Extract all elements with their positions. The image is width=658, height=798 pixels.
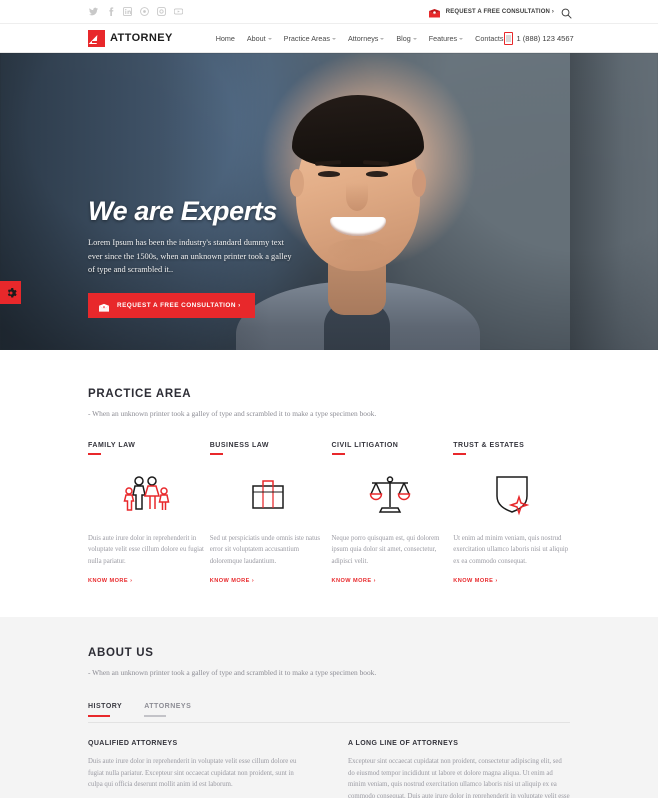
facebook-icon[interactable] xyxy=(105,7,115,17)
nav-item-blog[interactable]: Blog xyxy=(396,33,417,43)
about-tabs: HISTORY ATTORNEYS xyxy=(88,703,570,722)
nav-label: Blog xyxy=(396,33,411,43)
practice-card-text: Duis aute irure dolor in reprehenderit i… xyxy=(88,534,204,565)
about-column-title: A LONG LINE OF ATTORNEYS xyxy=(348,740,459,747)
know-more-link[interactable]: KNOW MORE › xyxy=(332,578,449,584)
google-plus-icon[interactable] xyxy=(139,7,149,17)
know-more-link[interactable]: KNOW MORE › xyxy=(88,578,205,584)
family-icon xyxy=(88,467,205,521)
practice-area-title: PRACTICE AREA xyxy=(88,388,192,400)
nav-item-contacts[interactable]: Contacts xyxy=(475,34,503,43)
practice-card-text: Neque porro quisquam est, qui dolorem ip… xyxy=(331,534,440,565)
hero-pillar xyxy=(570,53,658,350)
shield-icon xyxy=(453,467,570,521)
hero-cta-button[interactable]: REQUEST A FREE CONSULTATION › xyxy=(88,292,255,318)
nav-label: Attorneys xyxy=(348,33,379,43)
youtube-icon[interactable] xyxy=(173,7,183,17)
about-column-paragraph: Duis aute irure dolor in reprehenderit i… xyxy=(88,758,297,789)
about-us-title: ABOUT US xyxy=(88,647,154,659)
top-bar-right: REQUEST A FREE CONSULTATION › xyxy=(428,6,572,19)
scales-of-justice-icon xyxy=(332,467,449,521)
about-column-long-line-of-attorneys: A LONG LINE OF ATTORNEYS Excepteur sint … xyxy=(348,740,570,798)
title-underline xyxy=(453,453,467,455)
chevron-down-icon xyxy=(332,37,337,40)
about-column-title: QUALIFIED ATTORNEYS xyxy=(88,740,178,747)
about-columns: QUALIFIED ATTORNEYS Duis aute irure dolo… xyxy=(88,723,570,798)
letter-a-logo-icon xyxy=(88,29,105,47)
envelope-icon xyxy=(428,6,441,18)
title-underline xyxy=(331,453,345,455)
nav-label: Contacts xyxy=(475,33,504,43)
nav-label: Features xyxy=(428,33,458,43)
hero-slider: We are Experts Lorem Ipsum has been the … xyxy=(0,53,658,350)
nav-item-features[interactable]: Features xyxy=(428,33,464,43)
top-consultation-link[interactable]: REQUEST A FREE CONSULTATION › xyxy=(428,6,554,18)
chevron-down-icon xyxy=(412,37,417,40)
practice-card-family-law: FAMILY LAW Duis aute irure dolor in repr… xyxy=(88,442,205,584)
practice-card-civil-litigation: CIVIL LITIGATION Neque porro quisquam es… xyxy=(331,442,449,584)
gear-icon xyxy=(7,287,17,297)
tab-active-indicator xyxy=(88,715,110,717)
practice-card-title: TRUST & ESTATES xyxy=(453,442,525,449)
hero-content: We are Experts Lorem Ipsum has been the … xyxy=(88,198,388,318)
nav-label: Practice Areas xyxy=(283,33,331,43)
practice-area-columns: FAMILY LAW Duis aute irure dolor in repr… xyxy=(88,442,570,584)
tab-indicator xyxy=(144,715,167,717)
brand-name: ATTORNEY xyxy=(110,32,173,44)
practice-card-business-law: BUSINESS LAW Sed ut perspiciatis unde om… xyxy=(209,442,327,584)
nav-item-home[interactable]: Home xyxy=(216,34,235,43)
nav-label: About xyxy=(246,33,266,43)
tab-attorneys[interactable]: ATTORNEYS xyxy=(144,703,191,722)
hero-cta-label: REQUEST A FREE CONSULTATION › xyxy=(117,301,241,309)
chevron-down-icon xyxy=(380,37,385,40)
twitter-icon[interactable] xyxy=(88,7,98,17)
search-icon[interactable] xyxy=(561,6,572,19)
about-column-paragraph: Excepteur sint occaecat cupidatat non pr… xyxy=(348,758,570,798)
nav-item-practice-areas[interactable]: Practice Areas xyxy=(283,33,337,43)
practice-area-subtitle: - When an unknown printer took a galley … xyxy=(88,409,377,418)
chevron-down-icon xyxy=(267,37,272,40)
title-underline xyxy=(209,453,223,455)
practice-card-text: Ut enim ad minim veniam, quis nostrud ex… xyxy=(453,534,569,565)
chevron-down-icon xyxy=(459,37,464,40)
social-links xyxy=(88,7,183,17)
nav-label: Home xyxy=(215,33,235,43)
practice-card-title: CIVIL LITIGATION xyxy=(331,442,399,449)
practice-card-trust-estates: TRUST & ESTATES Ut enim ad minim veniam,… xyxy=(453,442,570,584)
mobile-phone-icon xyxy=(503,31,513,45)
hero-title: We are Experts xyxy=(88,196,278,226)
settings-tab-button[interactable] xyxy=(0,281,21,304)
main-nav: Home About Practice Areas Attorneys Blog… xyxy=(216,34,504,43)
nav-item-about[interactable]: About xyxy=(247,34,272,43)
tab-label: ATTORNEYS xyxy=(144,703,192,710)
phone-number: 1 (888) 123 4567 xyxy=(516,33,574,43)
practice-card-title: FAMILY LAW xyxy=(88,442,136,449)
tab-label: HISTORY xyxy=(88,703,123,710)
about-us-subtitle: - When an unknown printer took a galley … xyxy=(88,668,377,677)
logo[interactable]: ATTORNEY xyxy=(88,29,173,47)
linkedin-icon[interactable] xyxy=(122,7,132,17)
practice-area-section: PRACTICE AREA - When an unknown printer … xyxy=(0,350,658,617)
page-root: REQUEST A FREE CONSULTATION › ATTORNEY H… xyxy=(0,0,658,798)
know-more-link[interactable]: KNOW MORE › xyxy=(453,578,570,584)
header-phone[interactable]: 1 (888) 123 4567 xyxy=(503,31,574,45)
briefcase-icon xyxy=(210,467,327,521)
hero-subtitle: Lorem Ipsum has been the industry's stan… xyxy=(88,238,292,275)
title-underline xyxy=(88,453,101,455)
about-us-section: ABOUT US - When an unknown printer took … xyxy=(0,617,658,798)
site-header: ATTORNEY Home About Practice Areas Attor… xyxy=(0,24,658,53)
nav-item-attorneys[interactable]: Attorneys xyxy=(348,33,385,43)
top-bar: REQUEST A FREE CONSULTATION › xyxy=(0,0,658,24)
envelope-icon xyxy=(98,300,111,312)
tab-history[interactable]: HISTORY xyxy=(88,703,122,722)
know-more-link[interactable]: KNOW MORE › xyxy=(210,578,327,584)
practice-card-title: BUSINESS LAW xyxy=(209,442,270,449)
about-column-qualified-attorneys: QUALIFIED ATTORNEYS Duis aute irure dolo… xyxy=(88,740,310,798)
top-consultation-label: REQUEST A FREE CONSULTATION › xyxy=(445,8,554,15)
practice-card-text: Sed ut perspiciatis unde omnis iste natu… xyxy=(209,534,320,565)
instagram-icon[interactable] xyxy=(156,7,166,17)
